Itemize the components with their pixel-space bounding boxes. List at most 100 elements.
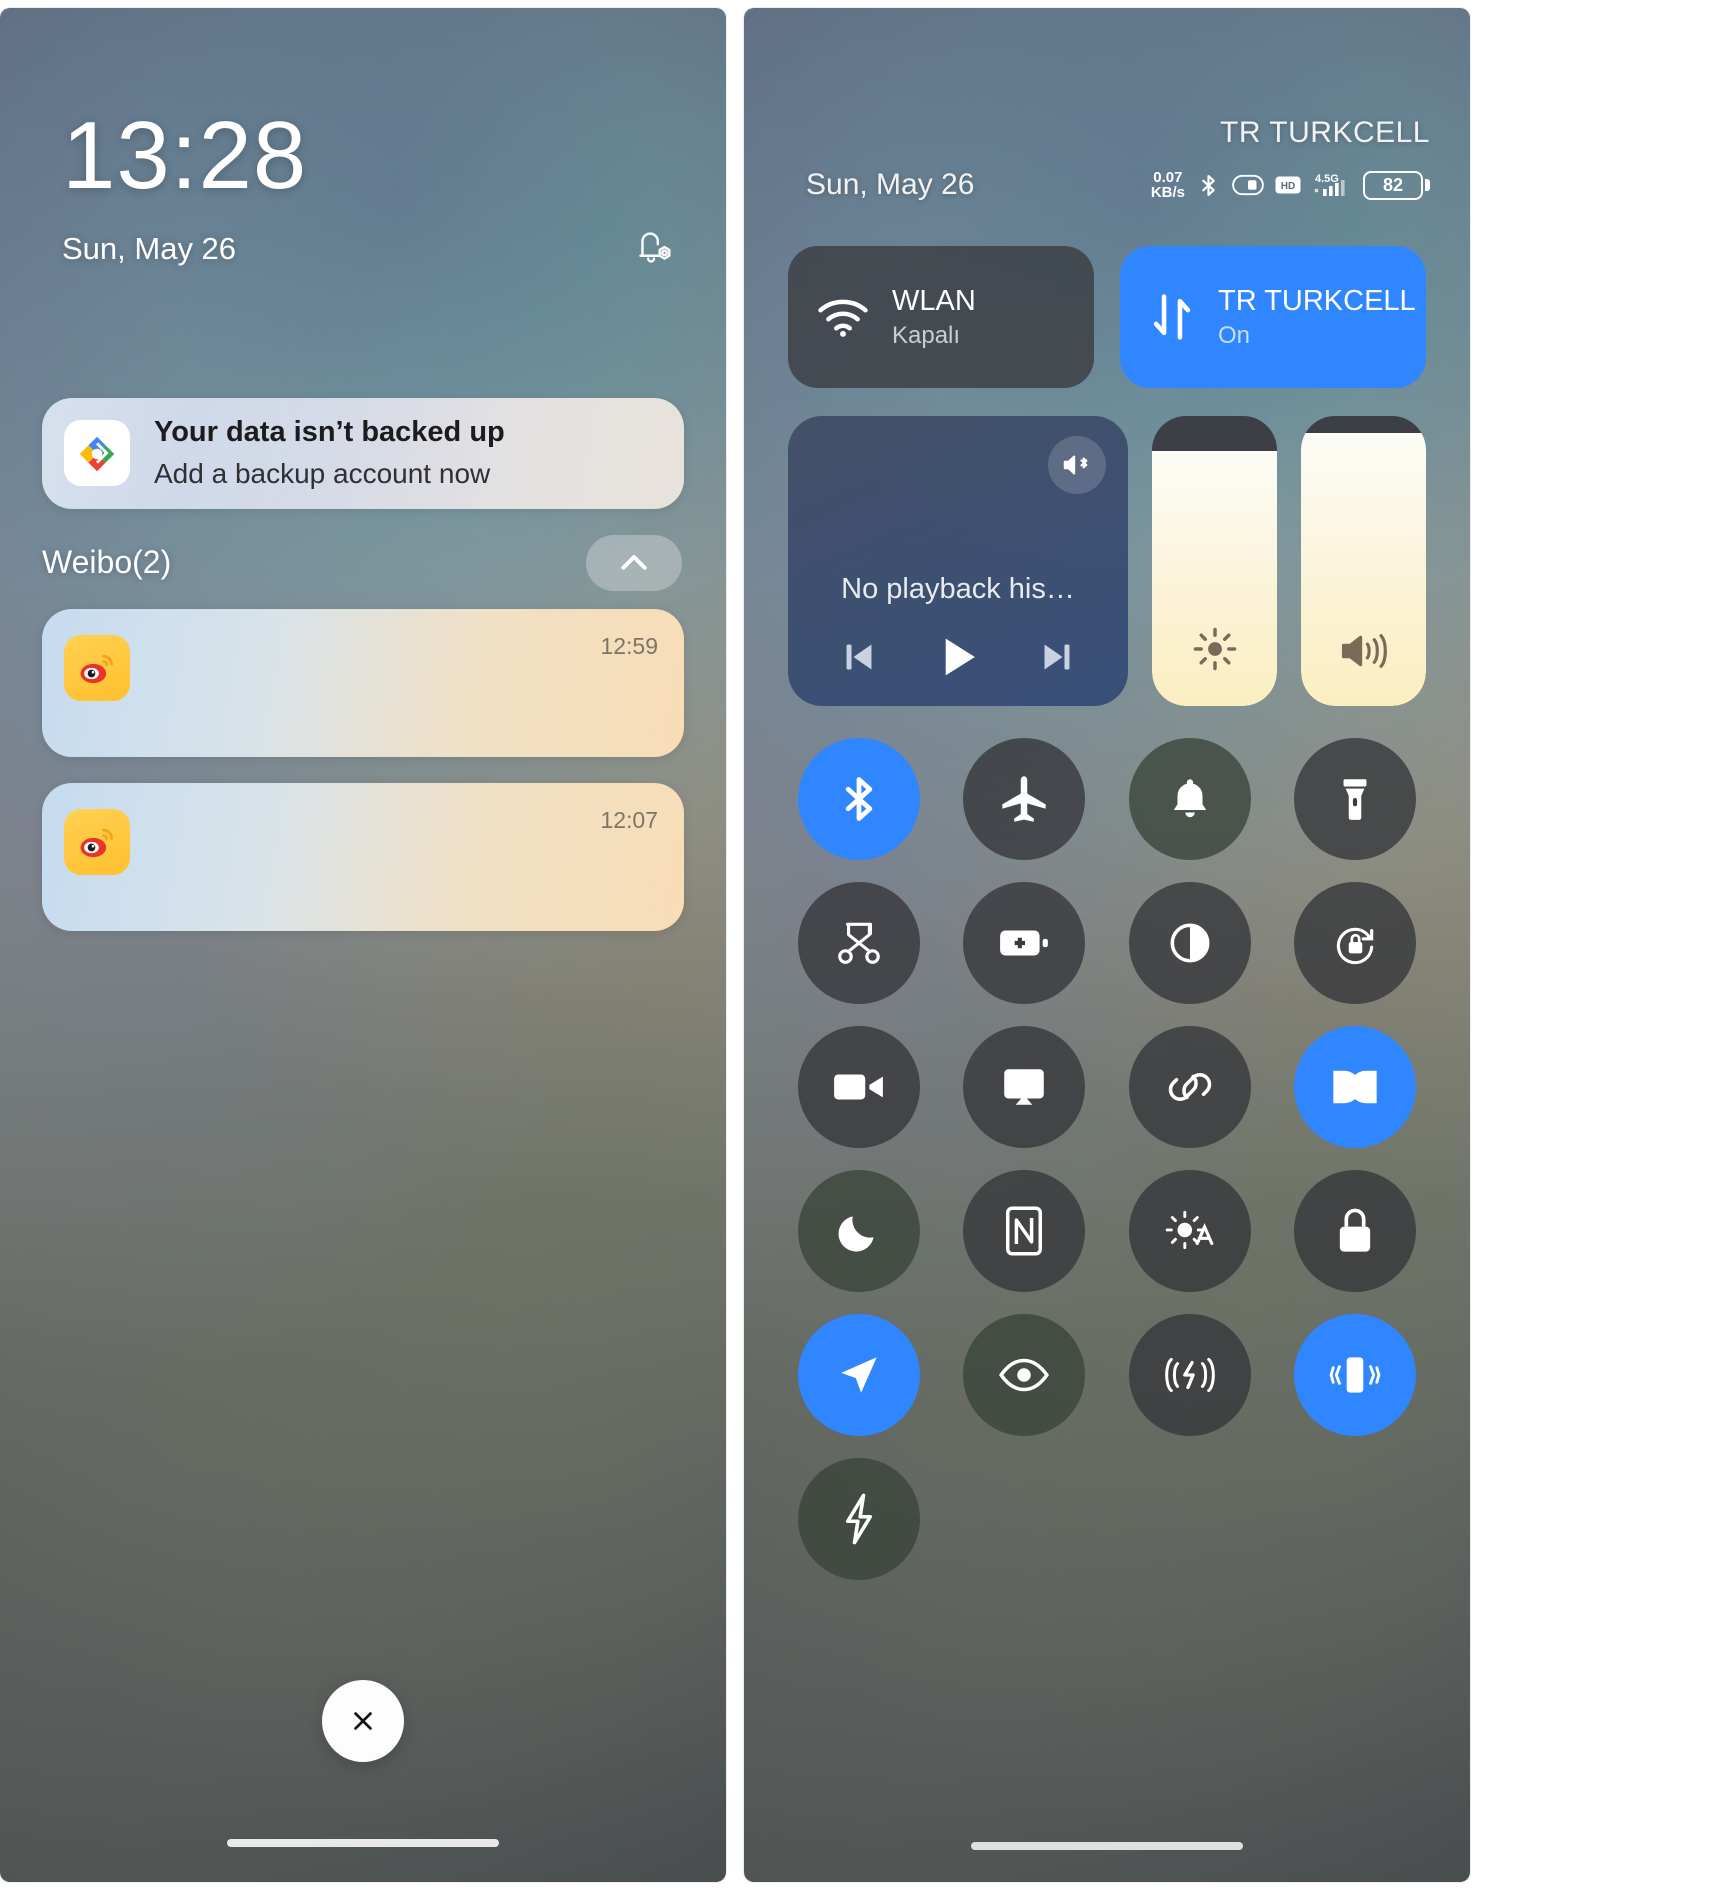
brightness-slider[interactable] bbox=[1152, 416, 1277, 706]
toggle-location[interactable] bbox=[797, 1314, 920, 1436]
volume-slider[interactable] bbox=[1301, 416, 1426, 706]
tile-label: TR TURKCELL bbox=[1218, 284, 1416, 317]
media-output-button[interactable] bbox=[1048, 436, 1106, 494]
control-center-panel: TR TURKCELL Sun, May 26 0.07 KB/s HD 4.5… bbox=[744, 8, 1470, 1882]
toggle-link-share[interactable] bbox=[1128, 1026, 1251, 1148]
eye-icon bbox=[997, 1356, 1051, 1394]
wireless-power-icon bbox=[1163, 1354, 1217, 1396]
moon-icon bbox=[834, 1206, 884, 1256]
flashlight-icon bbox=[1330, 774, 1380, 824]
toggle-airplane-mode[interactable] bbox=[963, 738, 1086, 860]
toggle-screen-record[interactable] bbox=[797, 1026, 920, 1148]
toggle-flashlight[interactable] bbox=[1294, 738, 1417, 860]
status-date: Sun, May 26 bbox=[806, 168, 975, 201]
clear-notifications-button[interactable] bbox=[322, 1680, 404, 1762]
notification-weibo-2[interactable]: 12:07 bbox=[42, 782, 684, 931]
video-camera-icon bbox=[832, 1070, 886, 1104]
network-type-signal-icon: 4.5G bbox=[1312, 172, 1352, 198]
notification-list: Your data isn’t backed up Add a backup a… bbox=[42, 398, 684, 957]
notification-backup[interactable]: Your data isn’t backed up Add a backup a… bbox=[42, 398, 684, 509]
control-center-body: WLAN Kapalı TR TURKCELL On No playback h… bbox=[788, 246, 1426, 1580]
link-chain-icon bbox=[1165, 1062, 1215, 1112]
battery-indicator: 82 bbox=[1363, 170, 1430, 200]
toggle-auto-rotate[interactable] bbox=[1294, 882, 1417, 1004]
contrast-circle-icon bbox=[1165, 918, 1215, 968]
quick-toggle-grid bbox=[788, 738, 1426, 1580]
volume-speaker-icon bbox=[1339, 630, 1389, 672]
auto-brightness-icon bbox=[1163, 1208, 1217, 1254]
battery-plus-icon bbox=[997, 925, 1051, 961]
weibo-icon bbox=[64, 808, 130, 875]
sliders bbox=[1152, 416, 1426, 706]
vibrate-phone-icon bbox=[1328, 1354, 1382, 1396]
toggle-dark-mode[interactable] bbox=[1128, 882, 1251, 1004]
media-and-sliders: No playback his… bbox=[788, 416, 1426, 706]
toggle-quick-charge[interactable] bbox=[797, 1458, 920, 1580]
notification-weibo-1[interactable]: 12:59 bbox=[42, 608, 684, 757]
notification-body: Add a backup account now bbox=[154, 458, 491, 490]
lightning-bolt-icon bbox=[839, 1492, 879, 1546]
toggle-battery-saver[interactable] bbox=[963, 882, 1086, 1004]
home-indicator[interactable] bbox=[971, 1842, 1243, 1850]
system-icons: 0.07 KB/s HD 4.5G 82 bbox=[1151, 170, 1430, 200]
notification-title: Your data isn’t backed up bbox=[154, 416, 505, 448]
media-title: No playback his… bbox=[841, 573, 1075, 605]
brightness-sun-icon bbox=[1192, 626, 1238, 672]
notification-group-header: Weibo(2) bbox=[42, 534, 684, 591]
tile-label: WLAN bbox=[892, 284, 976, 317]
toggle-nfc[interactable] bbox=[963, 1170, 1086, 1292]
play-icon[interactable] bbox=[935, 634, 981, 680]
connectivity-tiles: WLAN Kapalı TR TURKCELL On bbox=[788, 246, 1426, 388]
location-arrow-icon bbox=[834, 1350, 884, 1400]
toggle-do-not-disturb[interactable] bbox=[797, 1170, 920, 1292]
toggle-bluetooth[interactable] bbox=[797, 738, 920, 860]
bluetooth-icon bbox=[1196, 173, 1221, 198]
padlock-icon bbox=[1332, 1205, 1378, 1257]
chevron-up-icon bbox=[615, 544, 653, 582]
tile-sublabel: Kapalı bbox=[892, 321, 961, 349]
network-speed-indicator: 0.07 KB/s bbox=[1151, 170, 1185, 200]
toggle-lock-screen[interactable] bbox=[1294, 1170, 1417, 1292]
bluetooth-icon bbox=[833, 773, 885, 825]
toggle-wireless-charge-share[interactable] bbox=[1128, 1314, 1251, 1436]
rotation-lock-icon bbox=[1330, 918, 1380, 968]
toggle-auto-brightness[interactable] bbox=[1128, 1170, 1251, 1292]
network-speed-unit: KB/s bbox=[1150, 184, 1185, 201]
media-player-card[interactable]: No playback his… bbox=[788, 416, 1128, 706]
tile-sublabel: On bbox=[1218, 321, 1251, 349]
dolby-icon bbox=[1329, 1067, 1381, 1107]
toggle-audio-effects[interactable] bbox=[1294, 1026, 1417, 1148]
lockscreen-panel: 13:28 Sun, May 26 Your data isn’t backed… bbox=[0, 8, 726, 1882]
bluetooth-speaker-icon bbox=[1061, 452, 1093, 478]
toggle-ringer[interactable] bbox=[1128, 738, 1251, 860]
svg-text:HD: HD bbox=[1281, 181, 1295, 192]
weibo-icon bbox=[64, 634, 130, 701]
bell-icon bbox=[1165, 774, 1215, 824]
lockscreen-clock: 13:28 bbox=[62, 102, 308, 209]
hd-icon: HD bbox=[1275, 176, 1301, 194]
wifi-icon bbox=[816, 295, 870, 339]
toggle-vibrate[interactable] bbox=[1294, 1314, 1417, 1436]
tile-wlan[interactable]: WLAN Kapalı bbox=[788, 246, 1094, 388]
cast-screen-icon bbox=[999, 1064, 1049, 1110]
nfc-icon bbox=[1002, 1205, 1046, 1257]
notification-group-title: Weibo(2) bbox=[42, 544, 172, 581]
network-speed-value: 0.07 bbox=[1153, 169, 1183, 186]
tile-mobile-data[interactable]: TR TURKCELL On bbox=[1120, 246, 1426, 388]
toggle-cast[interactable] bbox=[963, 1026, 1086, 1148]
notification-group-collapse-button[interactable] bbox=[586, 534, 682, 591]
home-indicator[interactable] bbox=[227, 1839, 499, 1847]
battery-percent: 82 bbox=[1382, 174, 1404, 195]
notification-bell-icon[interactable] bbox=[630, 226, 676, 272]
skip-next-icon[interactable] bbox=[1039, 639, 1075, 675]
lockscreen-date: Sun, May 26 bbox=[62, 231, 237, 266]
battery-cap bbox=[1425, 179, 1430, 191]
toggle-screenshot[interactable] bbox=[797, 882, 920, 1004]
do-not-disturb-icon bbox=[1232, 174, 1264, 196]
data-arrows-icon bbox=[1148, 292, 1196, 342]
skip-previous-icon[interactable] bbox=[841, 639, 877, 675]
lockscreen-header: 13:28 Sun, May 26 bbox=[62, 108, 686, 272]
status-bar: TR TURKCELL Sun, May 26 0.07 KB/s HD 4.5… bbox=[744, 8, 1470, 202]
scissors-icon bbox=[834, 918, 884, 968]
toggle-eye-comfort[interactable] bbox=[963, 1314, 1086, 1436]
